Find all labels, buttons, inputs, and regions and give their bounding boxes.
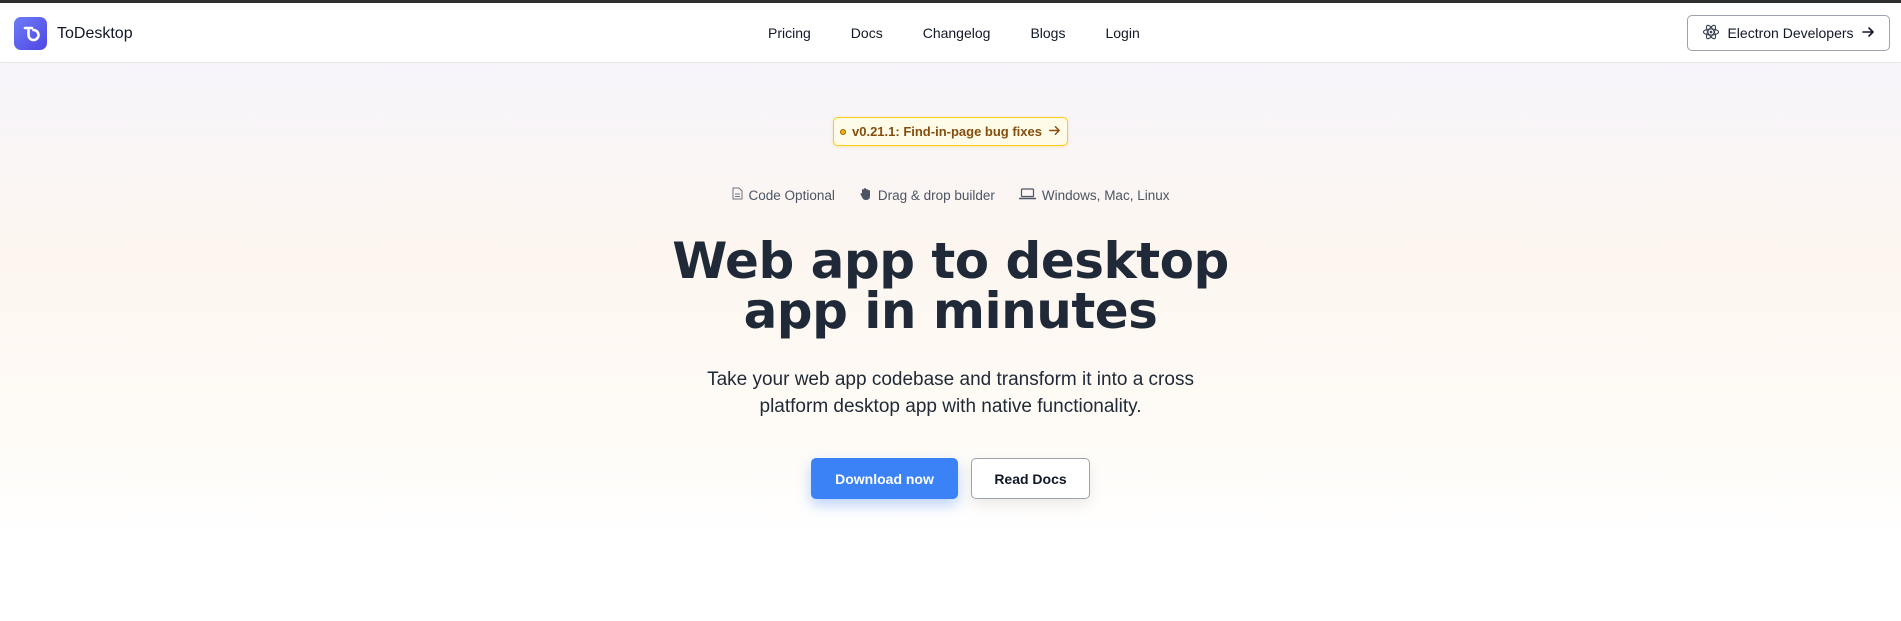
hero-subtitle: Take your web app codebase and transform…: [0, 366, 1901, 420]
hero-title-line: app in minutes: [743, 282, 1158, 340]
arrow-right-icon: [1861, 25, 1875, 42]
read-docs-button[interactable]: Read Docs: [971, 458, 1090, 499]
feature-label: Code Optional: [748, 187, 835, 203]
hand-icon: [859, 187, 872, 204]
download-now-button[interactable]: Download now: [811, 458, 958, 499]
feature-item: Code Optional: [732, 187, 835, 203]
electron-developers-label: Electron Developers: [1727, 25, 1854, 41]
hero-title: Web app to desktop app in minutes: [0, 236, 1901, 336]
nav-blogs[interactable]: Blogs: [1010, 25, 1085, 41]
electron-icon: [1702, 23, 1720, 44]
feature-label: Drag & drop builder: [877, 187, 995, 203]
feature-label: Windows, Mac, Linux: [1041, 187, 1170, 203]
announcement-label: v0.21.1: Find-in-page bug fixes: [852, 124, 1042, 139]
nav-changelog[interactable]: Changelog: [903, 25, 1011, 41]
feature-item: Windows, Mac, Linux: [1018, 187, 1170, 203]
nav-login[interactable]: Login: [1085, 25, 1159, 41]
brand-name: ToDesktop: [57, 24, 133, 42]
electron-developers-button[interactable]: Electron Developers: [1687, 15, 1890, 51]
laptop-icon: [1018, 187, 1037, 203]
feature-item: Drag & drop builder: [859, 187, 995, 204]
nav-docs[interactable]: Docs: [831, 25, 903, 41]
todesktop-logo-icon: [14, 17, 47, 50]
announcement-badge[interactable]: v0.21.1: Find-in-page bug fixes: [833, 117, 1068, 146]
site-header: ToDesktop Pricing Docs Changelog Blogs L…: [0, 3, 1901, 63]
brand-link[interactable]: ToDesktop: [14, 17, 133, 50]
status-dot-icon: [840, 128, 846, 135]
feature-list: Code Optional Drag & drop builder Window…: [0, 185, 1901, 205]
cta-group: Download now Read Docs: [811, 458, 1090, 499]
main-nav: Pricing Docs Changelog Blogs Login: [748, 3, 1160, 63]
document-icon: [732, 187, 743, 203]
hero-title-line: Web app to desktop: [672, 232, 1229, 290]
arrow-right-icon: [1048, 124, 1061, 140]
hero-subtitle-line: Take your web app codebase and transform…: [707, 369, 1194, 390]
hero-subtitle-line: platform desktop app with native functio…: [759, 396, 1142, 417]
nav-pricing[interactable]: Pricing: [748, 25, 831, 41]
